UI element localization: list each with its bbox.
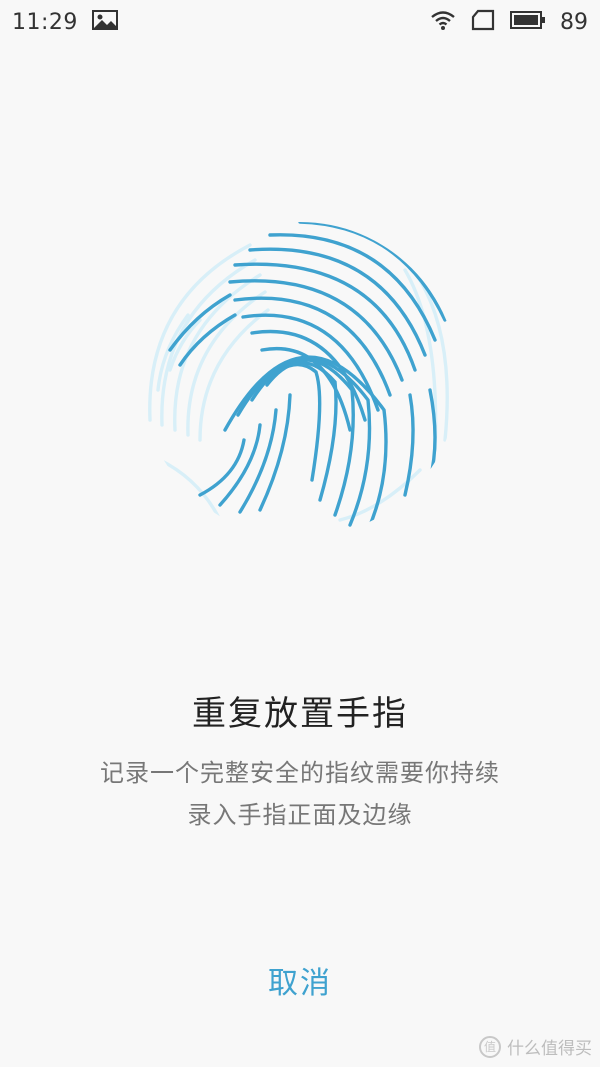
watermark-badge-icon: 值: [479, 1035, 501, 1058]
instruction-line: 记录一个完整安全的指纹需要你持续: [100, 759, 500, 787]
status-left: 11:29: [12, 10, 118, 35]
instruction-text: 记录一个完整安全的指纹需要你持续 录入手指正面及边缘: [60, 752, 540, 836]
clock: 11:29: [12, 9, 78, 35]
instruction-line: 录入手指正面及边缘: [187, 801, 413, 829]
watermark: 值 什么值得买: [479, 1034, 592, 1059]
status-right: 89: [430, 9, 588, 35]
page-title: 重复放置手指: [192, 694, 408, 734]
status-bar: 11:29 89: [0, 0, 600, 44]
battery-icon: [510, 10, 546, 34]
image-icon: [91, 10, 118, 34]
battery-percent: 89: [560, 9, 588, 35]
wifi-icon: [430, 10, 456, 34]
watermark-text: 什么值得买: [507, 1039, 592, 1059]
cancel-button[interactable]: 取消: [240, 955, 360, 1005]
sim-icon: [470, 9, 496, 35]
fingerprint-icon: [140, 220, 460, 540]
